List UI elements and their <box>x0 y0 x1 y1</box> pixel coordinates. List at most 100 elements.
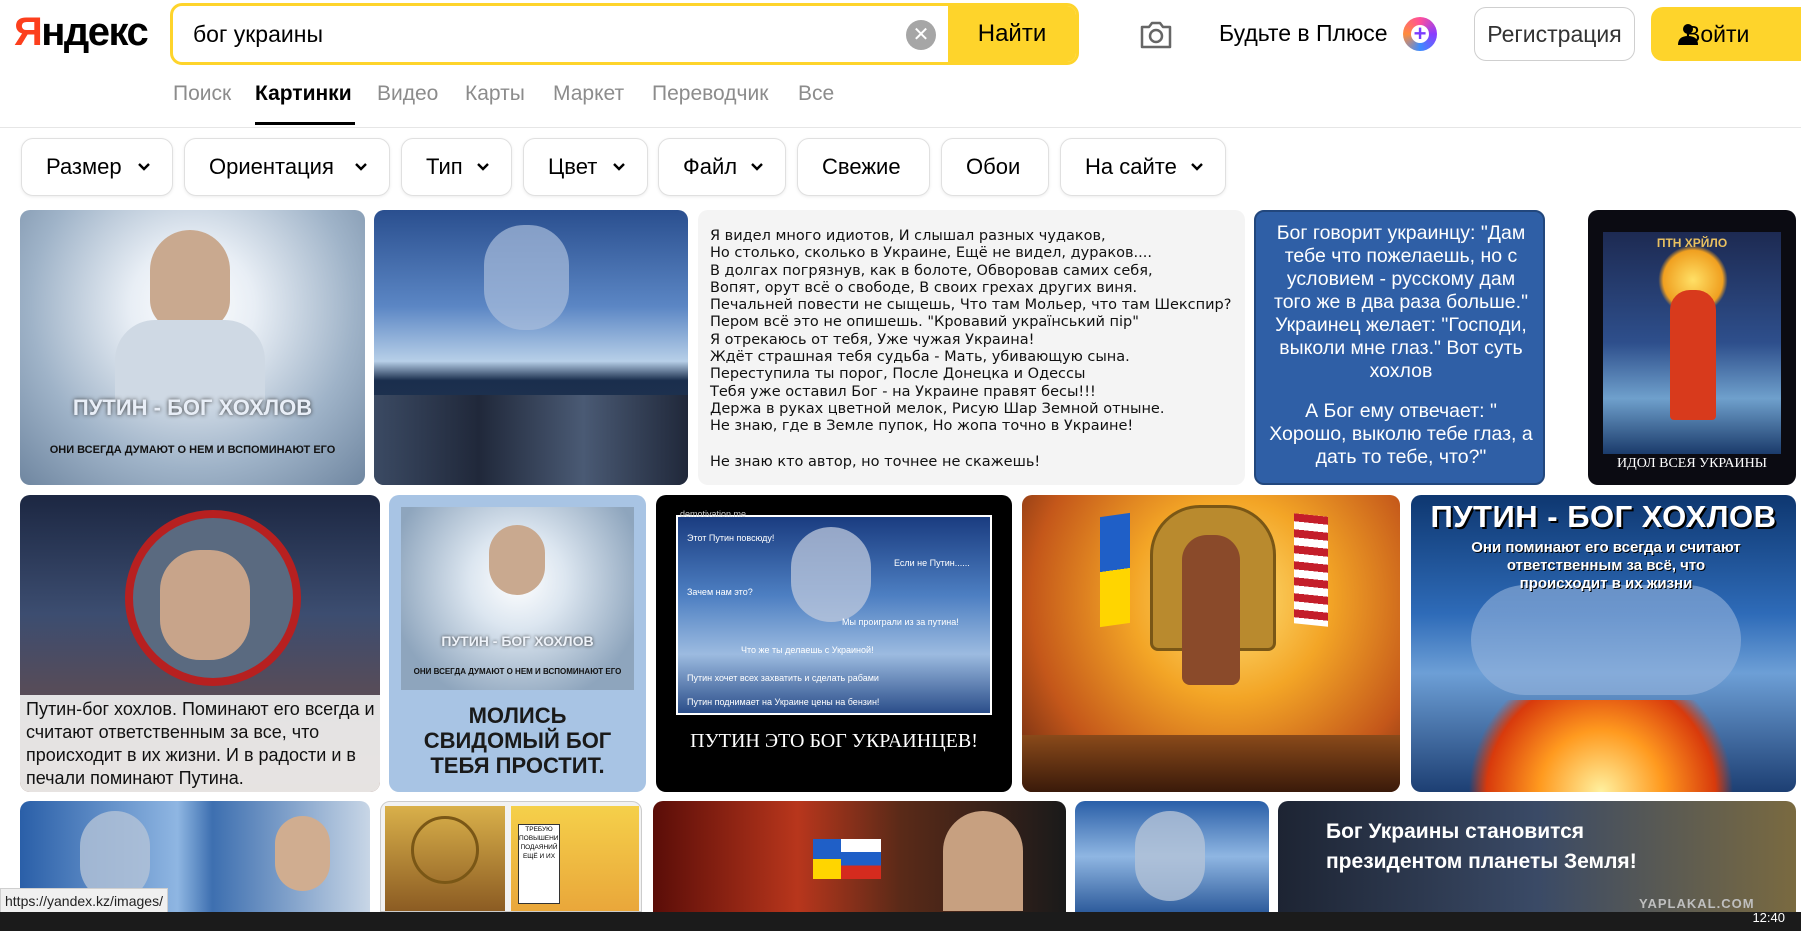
portrait-shape <box>1135 811 1205 901</box>
filter-size[interactable]: Размер <box>21 138 173 196</box>
status-url: https://yandex.kz/images/ <box>0 888 168 914</box>
result-subcaption: Они поминают его всегда и считают ответс… <box>1471 539 1741 592</box>
portrait-shape <box>489 525 545 595</box>
filter-type-label: Тип <box>426 154 463 179</box>
yandex-logo[interactable]: Яндекс <box>14 10 149 55</box>
register-button[interactable]: Регистрация <box>1474 7 1635 61</box>
poem-line: Я видел много идиотов, И слышал разных ч… <box>710 228 1106 244</box>
result-caption: ИДОЛ ВСЕЯ УКРАИНЫ <box>1617 456 1767 471</box>
result-subcaption: ОНИ ВСЕГДА ДУМАЮТ О НЕМ И ВСПОМИНАЮТ ЕГО <box>49 444 336 456</box>
image-result[interactable] <box>374 210 688 485</box>
filter-on-site-label: На сайте <box>1085 154 1177 179</box>
image-result[interactable] <box>1022 495 1400 792</box>
poem-line: Вопят, орут всё о свободе, В своих греха… <box>710 279 1138 296</box>
clear-search-icon[interactable]: ✕ <box>906 20 936 50</box>
poem-text: Я видел много идиотов, И слышал разных ч… <box>710 228 1231 436</box>
result-text-block-2: А Бог ему отвечает: " Хорошо, выколю теб… <box>1269 400 1533 468</box>
result-top-caption: ПТН ХРЙЛО <box>1656 236 1728 250</box>
demotivator-line: Если не Путин...... <box>894 558 970 568</box>
result-subcaption: ОНИ ВСЕГДА ДУМАЮТ О НЕМ И ВСПОМИНАЮТ ЕГО <box>413 667 622 676</box>
chevron-down-icon <box>477 163 489 171</box>
image-result[interactable]: demotivation.me Этот Путин повсюду! Если… <box>656 495 1012 792</box>
filter-file[interactable]: Файл <box>658 138 786 196</box>
filter-type[interactable]: Тип <box>401 138 512 196</box>
poem-line: Но столько, сколько в Украине, Ещё не ви… <box>710 245 1152 262</box>
demotivator-line: Зачем нам это? <box>687 587 753 597</box>
plus-promo-label[interactable]: Будьте в Плюсе <box>1219 20 1388 47</box>
image-result[interactable]: ПУТИН - БОГ ХОХЛОВ ОНИ ВСЕГДА ДУМАЮТ О Н… <box>20 210 365 485</box>
filter-file-label: Файл <box>683 154 738 179</box>
protest-sign: ТРЕБУЮ ПОВЫШЕНИЕ ПОДАЯНИЙ ЕЩЁ И ИХ <box>518 824 560 904</box>
filter-on-site[interactable]: На сайте <box>1060 138 1226 196</box>
image-result[interactable] <box>1075 801 1269 912</box>
skulls-ground <box>1022 735 1400 792</box>
image-result[interactable]: Путин-бог хохлов. Поминают его всегда и … <box>20 495 380 792</box>
site-label: demotivation.me <box>680 509 747 519</box>
filter-fresh[interactable]: Свежие <box>797 138 930 196</box>
fire-shape <box>1451 700 1751 792</box>
result-big-caption: МОЛИСЬ СВИДОМЫЙ БОГ ТЕБЯ ПРОСТИТ. <box>423 703 612 778</box>
portrait-shape <box>484 225 569 330</box>
poem-line: Я отрекаюсь от тебя, Уже чужая Украина! <box>710 331 1035 348</box>
result-caption: ПУТИН - БОГ ХОХЛОВ <box>72 395 313 420</box>
result-caption: ПУТИН - БОГ ХОХЛОВ <box>441 633 594 649</box>
image-result[interactable]: ПУТИН - БОГ ХОХЛОВ Они поминают его всег… <box>1411 495 1796 792</box>
taskbar: 12:40 <box>0 910 1801 931</box>
tab-translator[interactable]: Переводчик <box>652 82 768 106</box>
portrait-shape <box>160 550 250 660</box>
crowd-shape <box>374 395 688 485</box>
chevron-down-icon <box>1191 163 1203 171</box>
tab-market[interactable]: Маркет <box>553 82 624 106</box>
camera-search-icon[interactable] <box>1136 14 1176 54</box>
watermark: YAPLAKAL.COM <box>1639 896 1755 911</box>
filter-orientation[interactable]: Ориентация <box>184 138 390 196</box>
image-result[interactable]: ТРЕБУЮ ПОВЫШЕНИЕ ПОДАЯНИЙ ЕЩЁ И ИХ <box>380 801 642 912</box>
result-caption: ПУТИН ЭТО БОГ УКРАИНЦЕВ! <box>690 730 978 752</box>
taskbar-clock: 12:40 <box>1752 910 1785 925</box>
poem-line: Пером всё это не опишешь. "Кровавий укра… <box>710 314 1139 331</box>
login-button[interactable]: Войти <box>1651 7 1801 61</box>
flag-ukraine <box>813 839 841 879</box>
filter-wallpapers[interactable]: Обои <box>941 138 1049 196</box>
filter-color[interactable]: Цвет <box>523 138 648 196</box>
image-result[interactable]: ПТН ХРЙЛО ИДОЛ ВСЕЯ УКРАИНЫ <box>1588 210 1796 485</box>
image-result[interactable] <box>653 801 1066 912</box>
poem-line: Ждёт страшная тебя судьба - Мать, убиваю… <box>710 349 1130 366</box>
chevron-down-icon <box>613 163 625 171</box>
result-caption: Путин-бог хохлов. Поминают его всегда и … <box>26 699 375 788</box>
image-result[interactable]: Бог говорит украинцу: "Дам тебе что поже… <box>1254 210 1545 485</box>
poem-line: Не знаю, где в Земле пупок, Но жопа точн… <box>710 418 1134 435</box>
portrait-shape <box>275 816 330 891</box>
poem-line: Держа в руках цветной мелок, Рисую Шар З… <box>710 400 1165 417</box>
logo-first-letter: Я <box>14 10 43 54</box>
active-tab-underline <box>255 122 355 125</box>
image-result[interactable]: ПУТИН - БОГ ХОХЛОВ ОНИ ВСЕГДА ДУМАЮТ О Н… <box>389 495 646 792</box>
filter-wallpapers-label: Обои <box>966 154 1021 179</box>
filter-size-label: Размер <box>46 154 122 179</box>
logo-rest: ндекс <box>41 10 149 54</box>
demotivator-line: Путин поднимает на Украине цены на бензи… <box>687 697 880 707</box>
search-button[interactable]: Найти <box>948 6 1076 62</box>
poem-line: В долгах погрязнув, как в болоте, Обворо… <box>710 262 1153 279</box>
poem-line: Тебя уже оставил Бог - на Украине правят… <box>710 383 1096 400</box>
filter-orientation-label: Ориентация <box>209 154 334 179</box>
tab-search[interactable]: Поиск <box>173 82 231 106</box>
chevron-down-icon <box>138 163 150 171</box>
result-text-block: Бог говорит украинцу: "Дам тебе что поже… <box>1274 222 1528 382</box>
flag-russia <box>841 839 881 879</box>
figure-shape <box>1670 290 1716 420</box>
user-icon <box>1678 24 1698 45</box>
plus-icon[interactable]: + <box>1403 17 1437 51</box>
header: Яндекс ✕ Найти Будьте в Плюсе + Регистра… <box>0 0 1801 128</box>
poem-footer: Не знаю кто автор, но точнее не скажешь! <box>710 454 1041 470</box>
portrait-body <box>115 320 265 400</box>
tab-all[interactable]: Все <box>798 82 834 106</box>
face-shape <box>1471 585 1741 695</box>
search-input[interactable] <box>173 6 953 62</box>
tab-maps[interactable]: Карты <box>465 82 525 106</box>
portrait-shape <box>943 811 1023 911</box>
tab-video[interactable]: Видео <box>377 82 438 106</box>
result-caption: ПУТИН - БОГ ХОХЛОВ <box>1430 499 1777 534</box>
flag-ukraine <box>1100 512 1130 628</box>
tab-images[interactable]: Картинки <box>255 82 352 106</box>
